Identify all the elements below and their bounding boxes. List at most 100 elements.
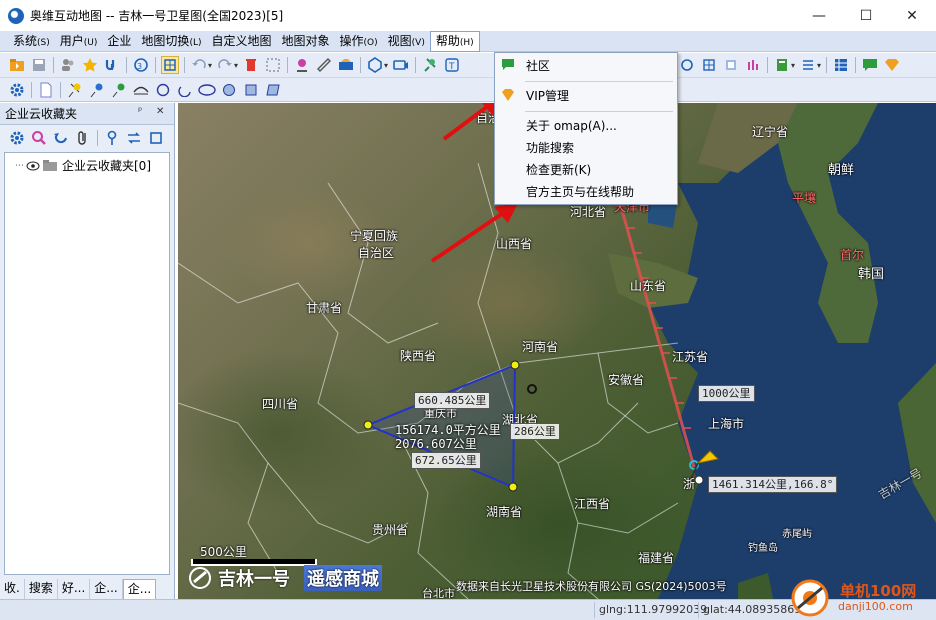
chat-icon[interactable] <box>861 56 879 74</box>
menu-operation[interactable]: 操作(O) <box>335 32 383 51</box>
yellow-pin-icon[interactable] <box>66 81 84 99</box>
layer-tool-icon[interactable] <box>722 56 740 74</box>
3d-view-icon[interactable]: 3 <box>132 56 150 74</box>
menu-help[interactable]: 帮助(H) <box>429 31 480 52</box>
app-window: 奥维互动地图 -- 吉林一号卫星图(全国2023)[5] — ☐ ✕ 系统(S)… <box>0 0 936 620</box>
grid-tool-icon[interactable] <box>700 56 718 74</box>
list-icon[interactable] <box>799 56 817 74</box>
eye-icon[interactable] <box>26 161 40 171</box>
undo-dropdown-icon[interactable]: ▾ <box>208 61 212 70</box>
chart-tool-icon[interactable] <box>744 56 762 74</box>
table-icon[interactable] <box>832 56 850 74</box>
tab-enterprise[interactable]: 企... <box>90 579 123 599</box>
minimize-button[interactable]: — <box>796 0 842 31</box>
tree-expander-icon: ⋯ <box>15 160 24 171</box>
tab-enterprise-favorites[interactable]: 企... <box>122 579 157 599</box>
export-icon[interactable] <box>773 56 791 74</box>
drawing-toolbar <box>0 78 936 102</box>
panel-folder-icon[interactable] <box>147 129 165 147</box>
watermark-url: danji100.com <box>838 600 913 613</box>
panel-title: 企业云收藏夹 <box>5 107 78 121</box>
community-chat-icon <box>502 59 514 70</box>
menu-map-switch[interactable]: 地图切换(L) <box>136 32 206 51</box>
title-bar: 奥维互动地图 -- 吉林一号卫星图(全国2023)[5] — ☐ ✕ <box>0 0 936 31</box>
rectangle-icon[interactable] <box>242 81 260 99</box>
panel-refresh-icon[interactable] <box>52 129 70 147</box>
tab-favorites[interactable]: 收. <box>0 579 25 599</box>
area-measure-icon[interactable] <box>337 56 355 74</box>
vip-diamond-icon <box>502 89 514 101</box>
menu-item-online-help[interactable]: 官方主页与在线帮助 <box>495 180 677 202</box>
arc-line-icon[interactable] <box>132 81 150 99</box>
redo-icon[interactable] <box>216 56 234 74</box>
panel-attach-icon[interactable] <box>74 129 92 147</box>
menu-item-community[interactable]: 社区 <box>495 54 677 76</box>
menu-bar: 系统(S) 用户(U) 企业 地图切换(L) 自定义地图 地图对象 操作(O) … <box>0 31 936 52</box>
parallelogram-icon[interactable] <box>264 81 282 99</box>
panel-sync-icon[interactable] <box>125 129 143 147</box>
delete-icon[interactable] <box>242 56 260 74</box>
text-icon[interactable]: T <box>443 56 461 74</box>
close-panel-icon[interactable]: ✕ <box>156 106 164 117</box>
circle-tool-icon[interactable] <box>678 56 696 74</box>
ruler-icon[interactable] <box>315 56 333 74</box>
site-watermark: 单机100网 danji100.com <box>790 576 936 620</box>
panel-search-icon[interactable] <box>30 129 48 147</box>
toolbar-right-group: ▾ ▾ <box>676 56 903 74</box>
menu-item-check-update[interactable]: 检查更新(K) <box>495 158 677 180</box>
menu-enterprise[interactable]: 企业 <box>102 32 136 51</box>
users-icon[interactable] <box>59 56 77 74</box>
app-logo-icon <box>8 7 24 24</box>
panel-settings-icon[interactable] <box>8 129 26 147</box>
latitude-readout: glat:44.08935869 <box>698 602 801 618</box>
arc-icon[interactable] <box>176 81 194 99</box>
pin-icon[interactable] <box>421 56 439 74</box>
save-icon[interactable] <box>30 56 48 74</box>
link-icon[interactable] <box>103 56 121 74</box>
tab-search[interactable]: 搜索 <box>25 579 58 599</box>
menu-user[interactable]: 用户(U) <box>55 32 103 51</box>
pin-panel-icon[interactable]: ᵖ <box>138 106 142 117</box>
select-region-icon[interactable] <box>161 56 179 74</box>
circle-icon[interactable] <box>154 81 172 99</box>
menu-system[interactable]: 系统(S) <box>8 32 55 51</box>
polygon-icon[interactable] <box>366 56 384 74</box>
menu-view[interactable]: 视图(V) <box>383 32 430 51</box>
watermark-logo-icon <box>791 579 829 617</box>
marker-icon[interactable] <box>293 56 311 74</box>
camera-icon[interactable] <box>392 56 410 74</box>
favorite-star-icon[interactable] <box>81 56 99 74</box>
polygon-dropdown-icon[interactable]: ▾ <box>384 61 388 70</box>
redo-dropdown-icon[interactable]: ▾ <box>234 61 238 70</box>
list-dropdown-icon[interactable]: ▾ <box>817 61 821 70</box>
menu-item-about[interactable]: 关于 omap(A)... <box>495 114 677 136</box>
tree-node-label: 企业云收藏夹[0] <box>62 159 151 173</box>
export-dropdown-icon[interactable]: ▾ <box>791 61 795 70</box>
panel-tabs: 收. 搜索 好... 企... 企... <box>0 577 174 599</box>
longitude-readout: glng:111.97992039 <box>594 602 707 618</box>
settings-gear-icon[interactable] <box>8 81 26 99</box>
maximize-button[interactable]: ☐ <box>843 0 889 31</box>
tab-friends[interactable]: 好... <box>58 579 91 599</box>
tree-node-root[interactable]: ⋯ 企业云收藏夹[0] <box>15 157 151 174</box>
undo-icon[interactable] <box>190 56 208 74</box>
folder-icon <box>43 160 57 171</box>
vip-icon[interactable] <box>883 56 901 74</box>
window-title: 奥维互动地图 -- 吉林一号卫星图(全国2023)[5] <box>30 9 284 23</box>
red-arrow-icon <box>430 203 518 263</box>
menu-item-vip[interactable]: VIP管理 <box>495 84 677 106</box>
ellipse-icon[interactable] <box>198 81 216 99</box>
panel-locate-icon[interactable] <box>103 129 121 147</box>
new-document-icon[interactable] <box>37 81 55 99</box>
select-icon[interactable] <box>264 56 282 74</box>
close-button[interactable]: ✕ <box>889 0 935 31</box>
panel-toolbar <box>0 125 174 151</box>
filled-circle-icon[interactable] <box>220 81 238 99</box>
green-pin-icon[interactable] <box>110 81 128 99</box>
blue-pin-icon[interactable] <box>88 81 106 99</box>
menu-item-feature-search[interactable]: 功能搜索 <box>495 136 677 158</box>
open-folder-icon[interactable] <box>8 56 26 74</box>
favorites-panel: 企业云收藏夹 ᵖ ✕ ⋯ 企业云收藏夹[0] 收. 搜索 好... 企... 企… <box>0 103 175 599</box>
menu-custom-map[interactable]: 自定义地图 <box>206 32 276 51</box>
menu-map-objects[interactable]: 地图对象 <box>277 32 335 51</box>
